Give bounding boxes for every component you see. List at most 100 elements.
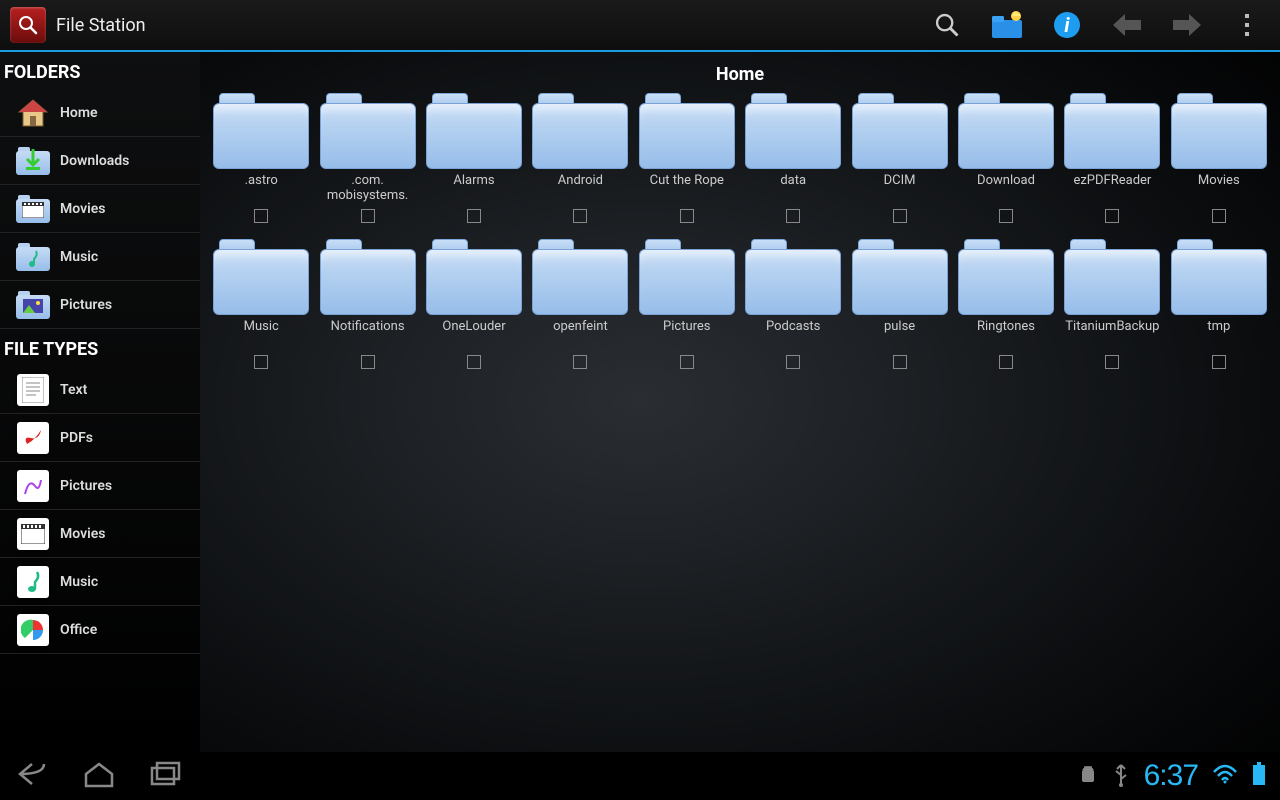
folder-item[interactable]: pulse bbox=[848, 235, 950, 377]
folder-label: data bbox=[780, 173, 806, 205]
folder-item[interactable]: .com. mobisystems. bbox=[316, 89, 418, 231]
folder-checkbox[interactable] bbox=[786, 209, 800, 223]
app-icon[interactable] bbox=[10, 7, 46, 43]
folder-checkbox[interactable] bbox=[467, 209, 481, 223]
folder-label: DCIM bbox=[884, 173, 916, 205]
folder-item[interactable]: .astro bbox=[210, 89, 312, 231]
sidebar-item-label: Text bbox=[60, 382, 87, 398]
folder-label: Download bbox=[977, 173, 1035, 205]
folder-label: Alarms bbox=[453, 173, 494, 205]
folder-item[interactable]: ezPDFReader bbox=[1061, 89, 1163, 231]
sidebar-item-label: Movies bbox=[60, 201, 105, 217]
folder-checkbox[interactable] bbox=[1212, 209, 1226, 223]
sidebar-item-home[interactable]: Home bbox=[0, 89, 200, 137]
battery-icon[interactable] bbox=[1252, 762, 1266, 790]
music-folder-icon bbox=[16, 240, 50, 274]
folder-checkbox[interactable] bbox=[254, 355, 268, 369]
sidebar-type-pictures[interactable]: Pictures bbox=[0, 462, 200, 510]
folder-checkbox[interactable] bbox=[680, 209, 694, 223]
search-button[interactable] bbox=[930, 8, 964, 42]
text-icon bbox=[16, 373, 50, 407]
folder-icon bbox=[1064, 239, 1160, 315]
sidebar-item-music[interactable]: Music bbox=[0, 233, 200, 281]
folder-icon bbox=[213, 93, 309, 169]
folder-checkbox[interactable] bbox=[254, 209, 268, 223]
info-button[interactable]: i bbox=[1050, 8, 1084, 42]
folder-item[interactable]: Cut the Rope bbox=[636, 89, 738, 231]
overflow-button[interactable] bbox=[1230, 8, 1264, 42]
usb-icon[interactable] bbox=[1112, 761, 1130, 791]
folder-item[interactable]: Movies bbox=[1168, 89, 1270, 231]
folder-item[interactable]: Download bbox=[955, 89, 1057, 231]
folder-item[interactable]: tmp bbox=[1168, 235, 1270, 377]
sidebar-item-movies[interactable]: Movies bbox=[0, 185, 200, 233]
sidebar-item-label: Pictures bbox=[60, 297, 112, 313]
status-clock[interactable]: 6:37 bbox=[1144, 759, 1198, 793]
folder-checkbox[interactable] bbox=[999, 355, 1013, 369]
sidebar-item-pictures[interactable]: Pictures bbox=[0, 281, 200, 329]
sidebar-type-office[interactable]: Office bbox=[0, 606, 200, 654]
folder-item[interactable]: Android bbox=[529, 89, 631, 231]
folder-checkbox[interactable] bbox=[573, 209, 587, 223]
overflow-icon bbox=[1244, 13, 1250, 37]
folder-checkbox[interactable] bbox=[467, 355, 481, 369]
sidebar-section-filetypes: FILE TYPES bbox=[0, 329, 200, 366]
pictures-folder-icon bbox=[16, 288, 50, 322]
nav-forward-button[interactable] bbox=[1170, 8, 1204, 42]
folder-checkbox[interactable] bbox=[680, 355, 694, 369]
folder-checkbox[interactable] bbox=[361, 355, 375, 369]
sidebar-type-movies[interactable]: Movies bbox=[0, 510, 200, 558]
download-icon bbox=[16, 144, 50, 178]
pdf-icon bbox=[16, 421, 50, 455]
nav-recents-system[interactable] bbox=[148, 760, 182, 792]
folder-checkbox[interactable] bbox=[1212, 355, 1226, 369]
sidebar-item-label: Downloads bbox=[60, 153, 129, 169]
sidebar-type-text[interactable]: Text bbox=[0, 366, 200, 414]
folder-item[interactable]: TitaniumBackup bbox=[1061, 235, 1163, 377]
folder-checkbox[interactable] bbox=[361, 209, 375, 223]
folder-checkbox[interactable] bbox=[893, 355, 907, 369]
folder-item[interactable]: Music bbox=[210, 235, 312, 377]
action-bar: File Station i bbox=[0, 0, 1280, 52]
folder-item[interactable]: Podcasts bbox=[742, 235, 844, 377]
folder-item[interactable]: Ringtones bbox=[955, 235, 1057, 377]
folder-label: .com. mobisystems. bbox=[318, 173, 418, 205]
breadcrumb[interactable]: Home bbox=[210, 58, 1270, 87]
folder-item[interactable]: DCIM bbox=[848, 89, 950, 231]
sidebar-type-pdfs[interactable]: PDFs bbox=[0, 414, 200, 462]
new-folder-button[interactable] bbox=[990, 8, 1024, 42]
movies-icon bbox=[16, 517, 50, 551]
folder-icon bbox=[426, 93, 522, 169]
folder-checkbox[interactable] bbox=[1105, 355, 1119, 369]
sidebar-type-music[interactable]: Music bbox=[0, 558, 200, 606]
arrow-left-icon bbox=[1111, 12, 1143, 38]
info-icon: i bbox=[1052, 10, 1082, 40]
new-folder-icon bbox=[990, 10, 1024, 40]
system-navbar: 6:37 bbox=[0, 752, 1280, 800]
nav-home-system[interactable] bbox=[82, 760, 116, 792]
folder-icon bbox=[745, 239, 841, 315]
nav-back-button[interactable] bbox=[1110, 8, 1144, 42]
folder-label: Cut the Rope bbox=[650, 173, 724, 205]
nav-back-system[interactable] bbox=[14, 760, 50, 792]
android-debug-icon[interactable] bbox=[1078, 762, 1098, 790]
sidebar-item-downloads[interactable]: Downloads bbox=[0, 137, 200, 185]
folder-checkbox[interactable] bbox=[893, 209, 907, 223]
folder-item[interactable]: OneLouder bbox=[423, 235, 525, 377]
wifi-icon[interactable] bbox=[1212, 764, 1238, 788]
folder-item[interactable]: Notifications bbox=[316, 235, 418, 377]
folder-icon bbox=[532, 239, 628, 315]
folder-item[interactable]: data bbox=[742, 89, 844, 231]
folder-checkbox[interactable] bbox=[786, 355, 800, 369]
folder-label: Ringtones bbox=[977, 319, 1035, 351]
folder-label: tmp bbox=[1207, 319, 1230, 351]
sidebar-item-label: Music bbox=[60, 249, 98, 265]
folder-checkbox[interactable] bbox=[999, 209, 1013, 223]
folder-item[interactable]: openfeint bbox=[529, 235, 631, 377]
sidebar: FOLDERS Home Downloads Movies Music Pict… bbox=[0, 52, 200, 752]
folder-checkbox[interactable] bbox=[1105, 209, 1119, 223]
folder-item[interactable]: Pictures bbox=[636, 235, 738, 377]
pictures-icon bbox=[16, 469, 50, 503]
folder-item[interactable]: Alarms bbox=[423, 89, 525, 231]
folder-checkbox[interactable] bbox=[573, 355, 587, 369]
